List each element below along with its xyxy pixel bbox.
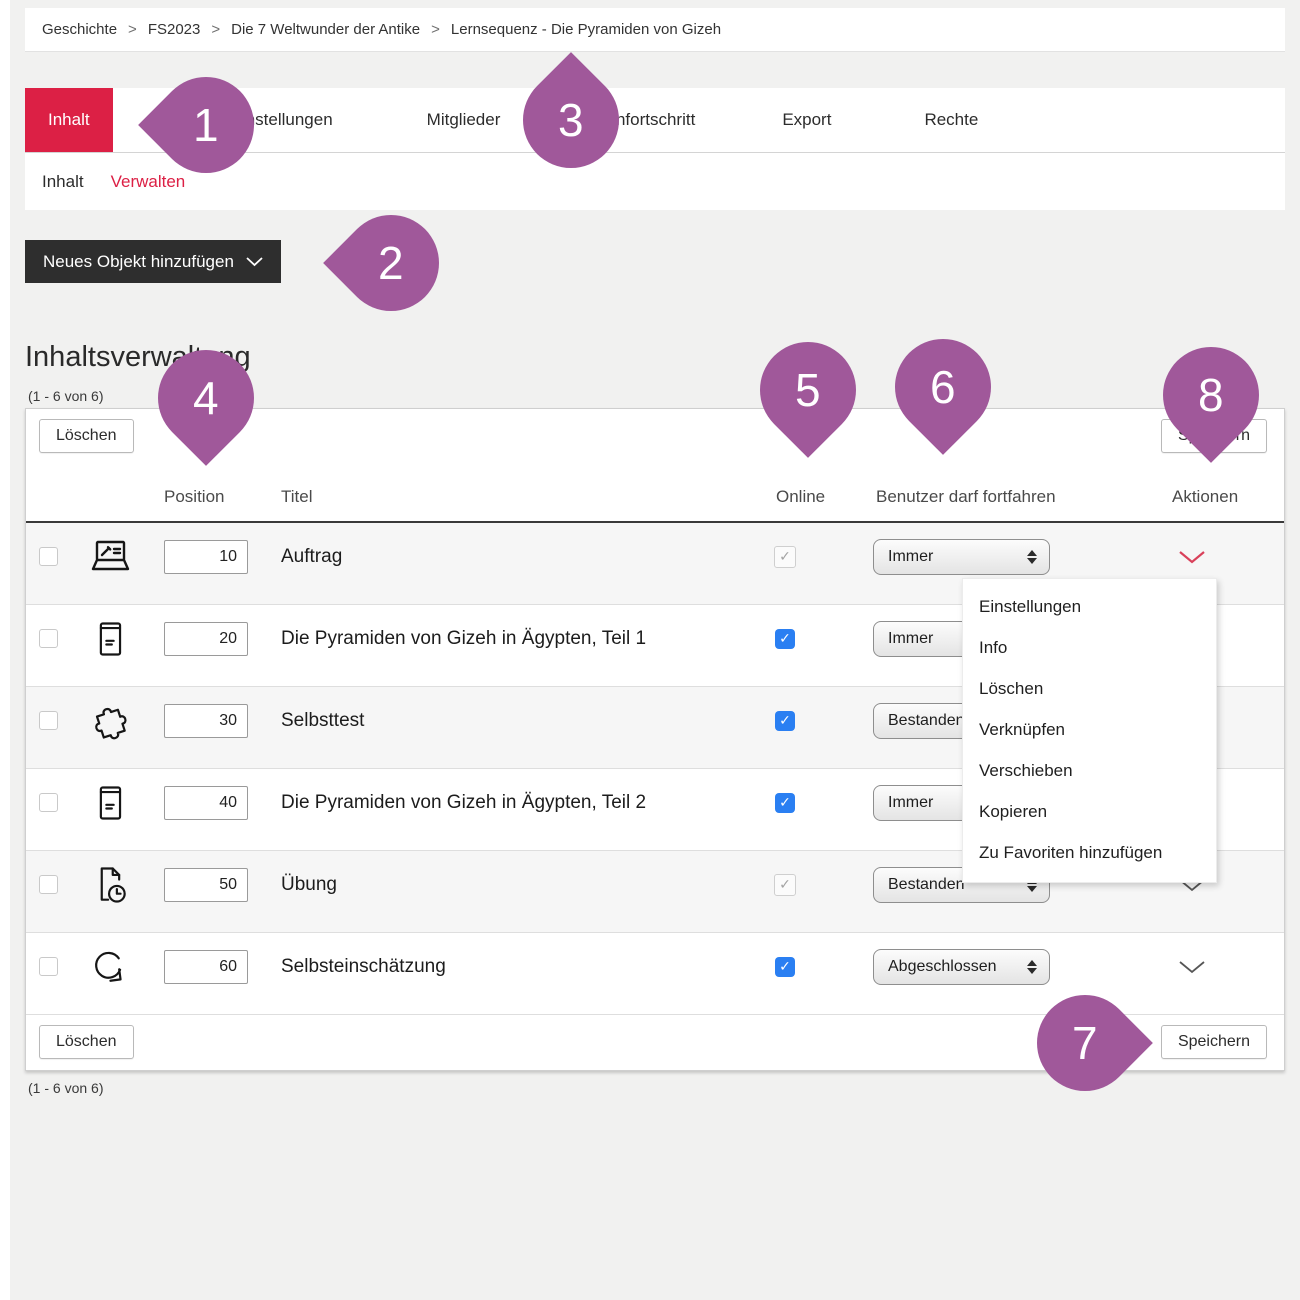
- object-title[interactable]: Die Pyramiden von Gizeh in Ägypten, Teil…: [280, 792, 740, 814]
- menu-item-verschieben[interactable]: Verschieben: [963, 750, 1216, 791]
- save-button-bottom[interactable]: Speichern: [1161, 1025, 1267, 1059]
- object-title[interactable]: Selbsttest: [280, 710, 740, 732]
- breadcrumb-item[interactable]: Lernsequenz - Die Pyramiden von Gizeh: [451, 21, 721, 38]
- tab-rechte[interactable]: Rechte: [901, 88, 1001, 152]
- menu-item-verknuepfen[interactable]: Verknüpfen: [963, 709, 1216, 750]
- online-checkbox-checked[interactable]: ✓: [775, 711, 795, 731]
- page: Geschichte > FS2023 > Die 7 Weltwunder d…: [0, 0, 1300, 1300]
- breadcrumb-separator: >: [211, 21, 220, 38]
- column-header-actions: Aktionen: [1172, 487, 1238, 507]
- file-clock-icon: [88, 863, 132, 907]
- result-count-top: (1 - 6 von 6): [28, 388, 103, 404]
- online-checkbox-checked[interactable]: ✓: [775, 793, 795, 813]
- position-input[interactable]: [164, 868, 248, 902]
- online-checkbox-checked[interactable]: ✓: [775, 629, 795, 649]
- breadcrumb-item[interactable]: Die 7 Weltwunder der Antike: [231, 21, 420, 38]
- continue-select[interactable]: Abgeschlossen: [873, 949, 1050, 985]
- subtab-inhalt[interactable]: Inhalt: [42, 172, 84, 192]
- learning-module-icon: [89, 782, 131, 824]
- menu-item-einstellungen[interactable]: Einstellungen: [963, 586, 1216, 627]
- chevron-down-icon: [1178, 550, 1206, 564]
- object-title[interactable]: Übung: [280, 874, 740, 896]
- online-checkbox-disabled: ✓: [774, 546, 796, 568]
- puzzle-test-icon: [88, 699, 132, 743]
- object-title[interactable]: Die Pyramiden von Gizeh in Ägypten, Teil…: [280, 628, 740, 650]
- select-spinner-icon: [1027, 550, 1037, 564]
- breadcrumb-item[interactable]: Geschichte: [42, 21, 117, 38]
- continue-select-value: Immer: [888, 548, 1027, 566]
- tab-export[interactable]: Export: [759, 88, 854, 152]
- column-header-position: Position: [164, 487, 224, 507]
- row-select-checkbox[interactable]: [39, 793, 58, 812]
- row-select-checkbox[interactable]: [39, 875, 58, 894]
- column-header-user-may-continue: Benutzer darf fortfahren: [876, 487, 1056, 507]
- survey-icon: [88, 945, 132, 989]
- callout-marker-2: 2: [323, 195, 459, 331]
- delete-button-top[interactable]: Löschen: [39, 419, 134, 453]
- tab-inhalt[interactable]: Inhalt: [25, 88, 113, 152]
- menu-item-loeschen[interactable]: Löschen: [963, 668, 1216, 709]
- breadcrumb: Geschichte > FS2023 > Die 7 Weltwunder d…: [25, 8, 1285, 52]
- chevron-down-icon: [1178, 960, 1206, 974]
- breadcrumb-separator: >: [431, 21, 440, 38]
- result-count-bottom: (1 - 6 von 6): [28, 1080, 103, 1096]
- column-header-online: Online: [776, 487, 825, 507]
- position-input[interactable]: [164, 786, 248, 820]
- chevron-down-icon: [246, 257, 263, 267]
- row-select-checkbox[interactable]: [39, 629, 58, 648]
- position-input[interactable]: [164, 704, 248, 738]
- row-select-checkbox[interactable]: [39, 957, 58, 976]
- online-checkbox-disabled: ✓: [774, 874, 796, 896]
- online-checkbox-checked[interactable]: ✓: [775, 957, 795, 977]
- tab-mitglieder[interactable]: Mitglieder: [404, 88, 524, 152]
- add-new-object-button[interactable]: Neues Objekt hinzufügen: [25, 240, 281, 283]
- column-header-title: Titel: [281, 487, 313, 507]
- menu-item-info[interactable]: Info: [963, 627, 1216, 668]
- continue-select[interactable]: Immer: [873, 539, 1050, 575]
- breadcrumb-item[interactable]: FS2023: [148, 21, 201, 38]
- add-new-object-label: Neues Objekt hinzufügen: [43, 252, 234, 272]
- actions-dropdown-open[interactable]: [1178, 550, 1206, 564]
- learning-module-icon: [89, 618, 131, 660]
- position-input[interactable]: [164, 622, 248, 656]
- actions-dropdown[interactable]: [1178, 960, 1206, 974]
- menu-item-zu-favoriten[interactable]: Zu Favoriten hinzufügen: [963, 832, 1216, 873]
- laptop-chart-icon: [87, 537, 133, 577]
- breadcrumb-separator: >: [128, 21, 137, 38]
- object-title[interactable]: Auftrag: [280, 546, 740, 568]
- continue-select-value: Abgeschlossen: [888, 958, 1027, 976]
- row-select-checkbox[interactable]: [39, 547, 58, 566]
- delete-button-bottom[interactable]: Löschen: [39, 1025, 134, 1059]
- row-select-checkbox[interactable]: [39, 711, 58, 730]
- table-header-row: Position Titel Online Benutzer darf fort…: [26, 459, 1284, 523]
- subtab-verwalten[interactable]: Verwalten: [111, 172, 186, 192]
- left-margin-strip: [0, 0, 10, 1300]
- actions-context-menu: Einstellungen Info Löschen Verknüpfen Ve…: [962, 578, 1217, 883]
- menu-item-kopieren[interactable]: Kopieren: [963, 791, 1216, 832]
- position-input[interactable]: [164, 540, 248, 574]
- object-title[interactable]: Selbsteinschätzung: [280, 956, 740, 978]
- select-spinner-icon: [1027, 960, 1037, 974]
- position-input[interactable]: [164, 950, 248, 984]
